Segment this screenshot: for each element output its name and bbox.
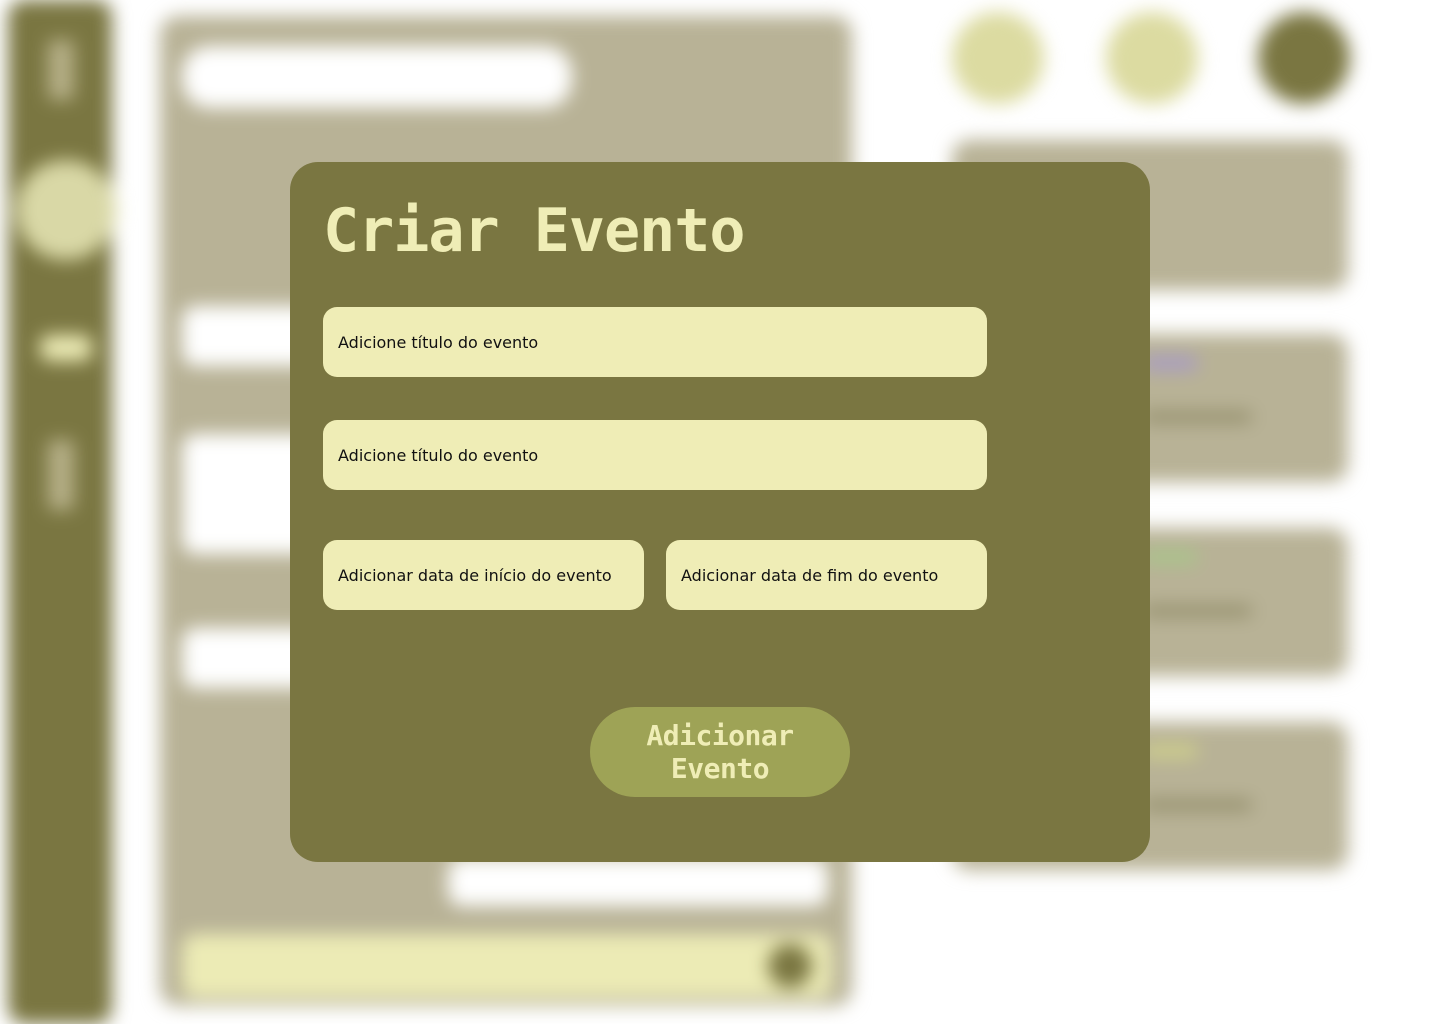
event-tag — [1142, 356, 1198, 370]
event-tag — [1142, 744, 1198, 758]
sidebar-calendar-icon — [48, 440, 74, 510]
user-avatar — [16, 160, 116, 260]
event-text — [1142, 800, 1252, 810]
sidebar-home-icon — [48, 40, 74, 100]
create-event-modal: Criar Evento Adicionar Evento — [290, 162, 1150, 862]
top-action-circle — [1106, 12, 1198, 104]
add-event-button[interactable]: Adicionar Evento — [590, 707, 850, 797]
event-text — [1142, 412, 1252, 422]
chat-message-sent — [448, 858, 828, 906]
event-end-date-input[interactable] — [666, 540, 987, 610]
top-action-circle — [1258, 12, 1350, 104]
event-title-input-secondary[interactable] — [323, 420, 987, 490]
chat-input — [182, 934, 832, 998]
chat-header — [182, 46, 572, 108]
send-icon — [768, 944, 812, 988]
modal-title: Criar Evento — [323, 196, 745, 266]
top-action-circle — [952, 12, 1044, 104]
event-tag — [1142, 550, 1198, 564]
sidebar-chat-icon — [40, 335, 92, 361]
event-start-date-input[interactable] — [323, 540, 644, 610]
sidebar — [8, 0, 116, 1024]
event-text — [1142, 606, 1252, 616]
event-title-input[interactable] — [323, 307, 987, 377]
